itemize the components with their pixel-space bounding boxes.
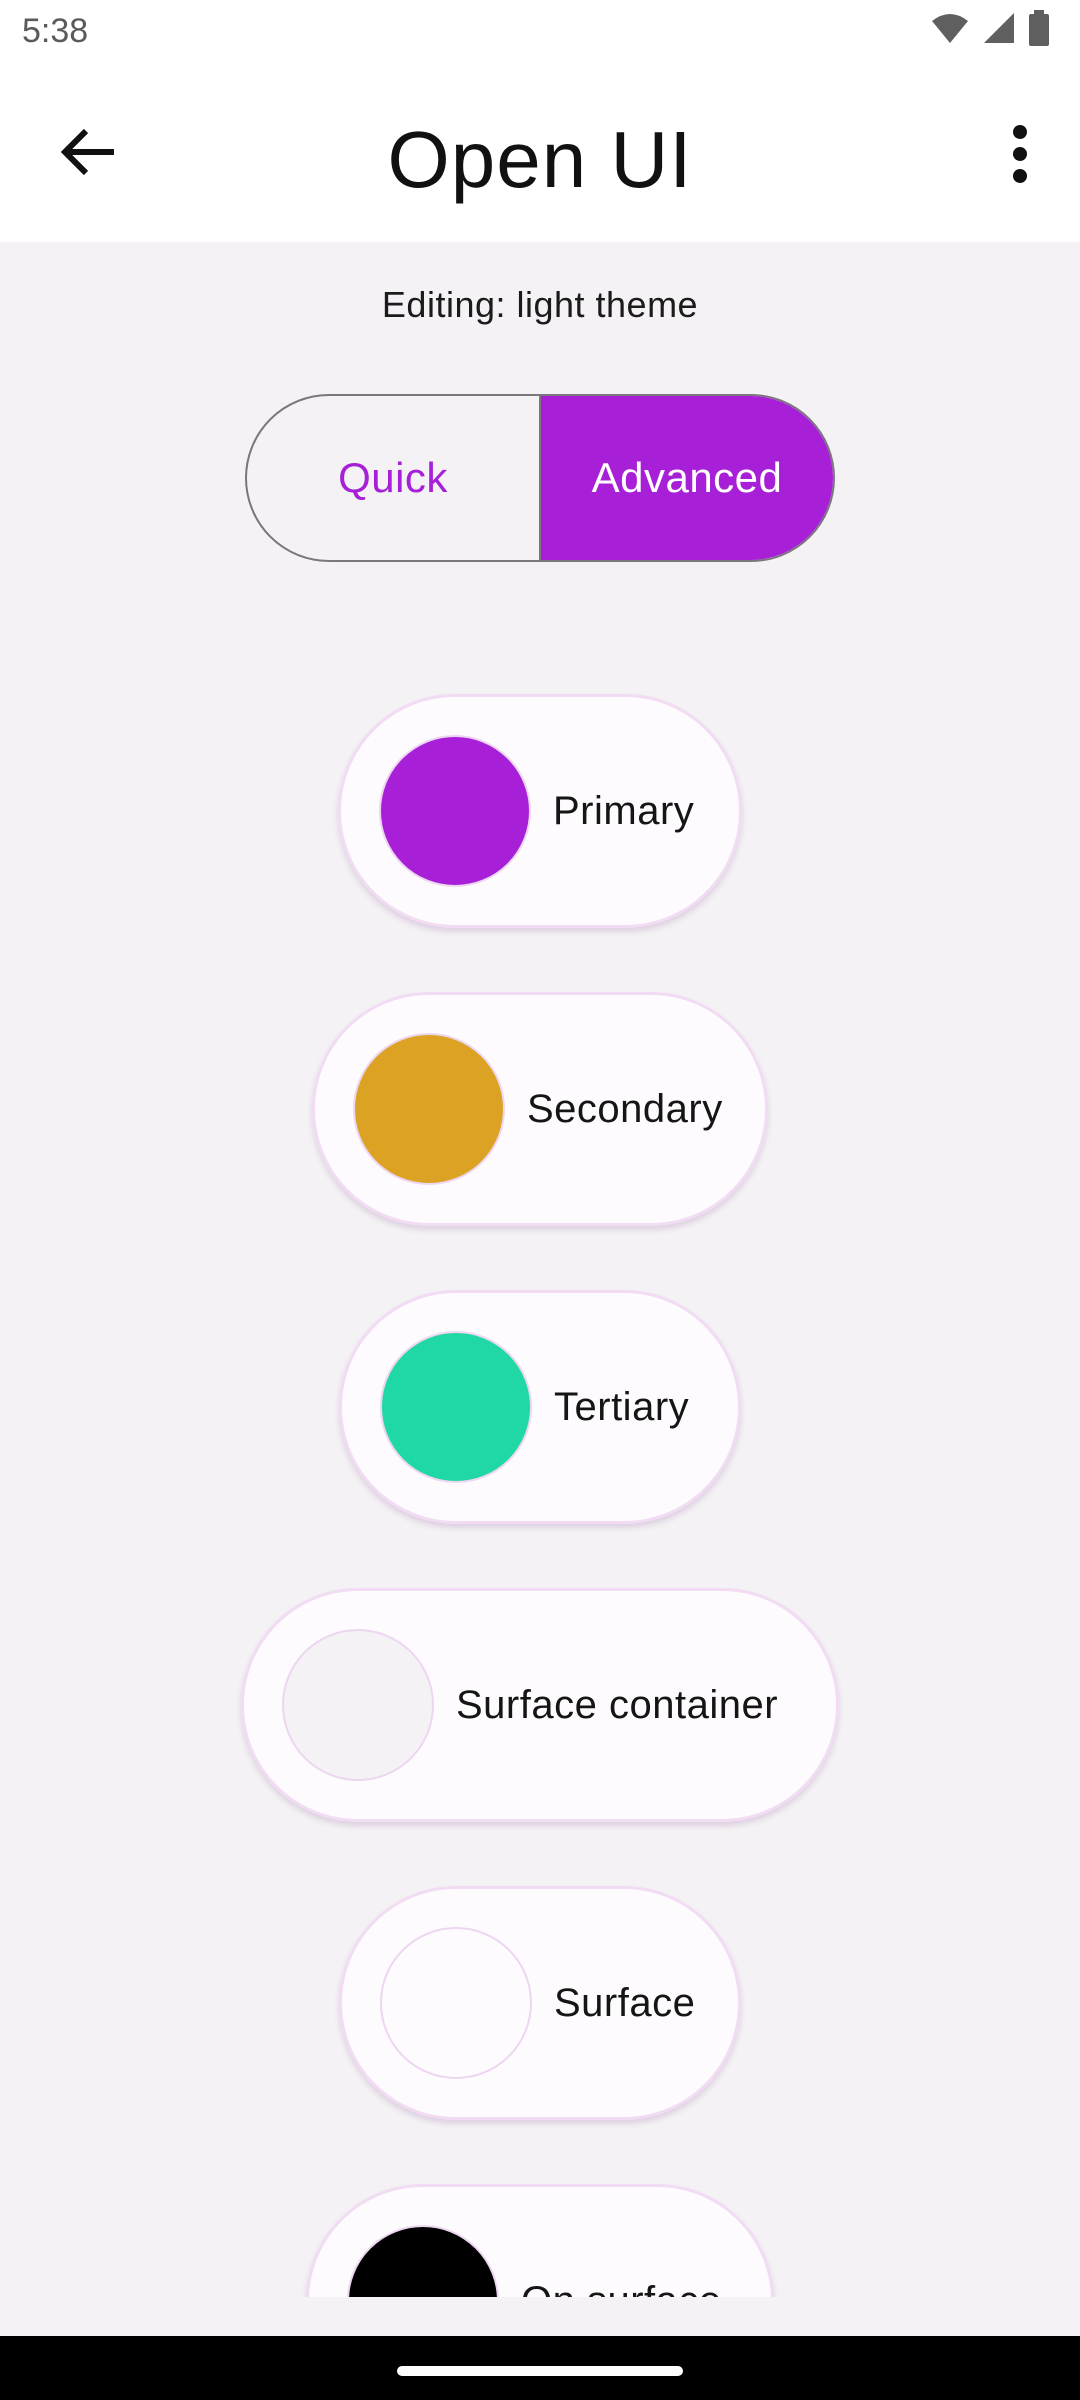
color-chip-on-surface[interactable]: On surface: [306, 2184, 774, 2297]
color-chip-surface-container[interactable]: Surface container: [241, 1588, 839, 1822]
color-swatch: [379, 735, 531, 887]
chip-label: Primary: [553, 788, 695, 833]
color-chip-surface[interactable]: Surface: [339, 1886, 741, 2120]
color-chip-secondary[interactable]: Secondary: [312, 992, 768, 1226]
more-options-button[interactable]: [984, 116, 1056, 196]
content-area: Editing: light theme Quick Advanced Prim…: [0, 242, 1080, 2297]
battery-icon: [1028, 9, 1050, 51]
app-title: Open UI: [387, 115, 693, 204]
wifi-icon: [930, 11, 970, 50]
color-swatch: [380, 1927, 532, 2079]
status-time: 5:38: [22, 12, 89, 50]
advanced-mode-button[interactable]: Advanced: [541, 396, 833, 560]
chip-label: Tertiary: [554, 1384, 690, 1429]
mode-segmented-control: Quick Advanced: [245, 394, 835, 562]
home-gesture-handle[interactable]: [397, 2366, 683, 2376]
app-bar: Open UI: [0, 62, 1080, 242]
editing-label: Editing: light theme: [381, 284, 699, 325]
color-swatch: [353, 1033, 505, 1185]
quick-mode-button[interactable]: Quick: [247, 396, 541, 560]
chip-label: Secondary: [527, 1086, 723, 1131]
chip-label: Surface: [554, 1980, 696, 2025]
chip-label: Surface container: [456, 1682, 779, 1727]
chip-label: On surface: [521, 2279, 722, 2298]
signal-icon: [982, 11, 1016, 50]
status-bar: 5:38: [0, 0, 1080, 62]
color-swatch: [347, 2225, 499, 2297]
color-chip-primary[interactable]: Primary: [338, 694, 742, 928]
color-swatch: [282, 1629, 434, 1781]
color-chip-tertiary[interactable]: Tertiary: [339, 1290, 741, 1524]
status-icons: [930, 9, 1050, 51]
more-vert-icon: [1010, 124, 1030, 189]
color-swatch: [380, 1331, 532, 1483]
